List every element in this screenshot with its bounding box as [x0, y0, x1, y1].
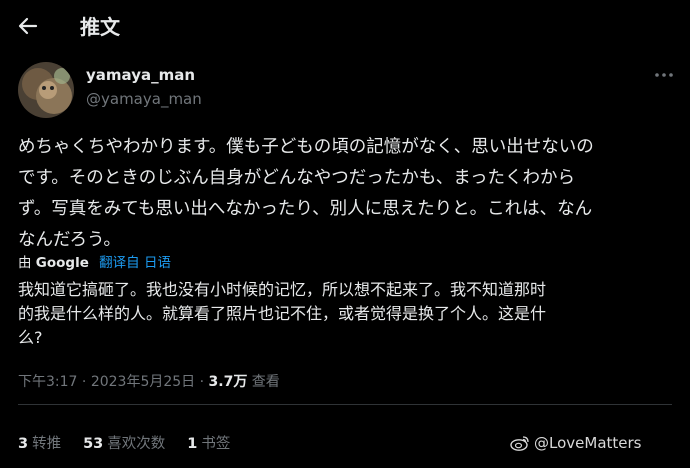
author-handle[interactable]: @yamaya_man — [86, 90, 202, 108]
bookmarks-count: 1 — [187, 436, 198, 452]
retweets-label: 转推 — [32, 436, 62, 452]
google-label: Google — [35, 255, 89, 271]
tweet-date[interactable]: 2023年5月25日 — [91, 374, 195, 390]
tweet-text: めちゃくちやわかります。僕も子どもの頃の記憶がなく、思い出せないの です。そのと… — [18, 137, 594, 250]
views-count: 3.7万 — [208, 374, 248, 390]
retweets-count: 3 — [18, 436, 29, 452]
bookmarks-stat[interactable]: 1 书签 — [187, 432, 230, 453]
translate-by-label: 由 — [18, 255, 32, 271]
views-label: 查看 — [251, 374, 280, 390]
engagement-stats: 3 转推 53 喜欢次数 1 书签 — [18, 432, 230, 453]
weibo-icon — [510, 436, 529, 451]
likes-stat[interactable]: 53 喜欢次数 — [83, 432, 165, 453]
meta-separator: · — [199, 374, 205, 390]
bookmarks-label: 书签 — [201, 436, 231, 452]
translated-text: 我知道它搞砸了。我也没有小时候的记忆，所以想不起来了。我不知道那时 的我是什么样… — [18, 280, 547, 347]
top-bar: 推文 — [0, 0, 690, 52]
translation-attribution: 由 Google 翻译自 日语 — [18, 251, 171, 271]
meta-separator: · — [81, 374, 87, 390]
translated-from-link[interactable]: 翻译自 日语 — [99, 255, 171, 271]
arrow-left-icon — [18, 17, 38, 35]
watermark: @LoveMatters — [510, 434, 641, 452]
author-display-name[interactable]: yamaya_man — [86, 66, 195, 84]
more-options-button[interactable] — [652, 66, 676, 84]
back-button[interactable] — [14, 12, 42, 40]
avatar[interactable] — [18, 62, 74, 118]
retweets-stat[interactable]: 3 转推 — [18, 432, 61, 453]
likes-label: 喜欢次数 — [107, 436, 166, 452]
more-horizontal-icon — [655, 73, 673, 77]
watermark-text: @LoveMatters — [534, 434, 642, 452]
likes-count: 53 — [83, 436, 104, 452]
tweet-time[interactable]: 下午3:17 — [18, 374, 77, 390]
page-title: 推文 — [80, 15, 120, 39]
divider — [18, 404, 672, 405]
tweet-meta: 下午3:17 · 2023年5月25日 · 3.7万 查看 — [18, 371, 280, 391]
